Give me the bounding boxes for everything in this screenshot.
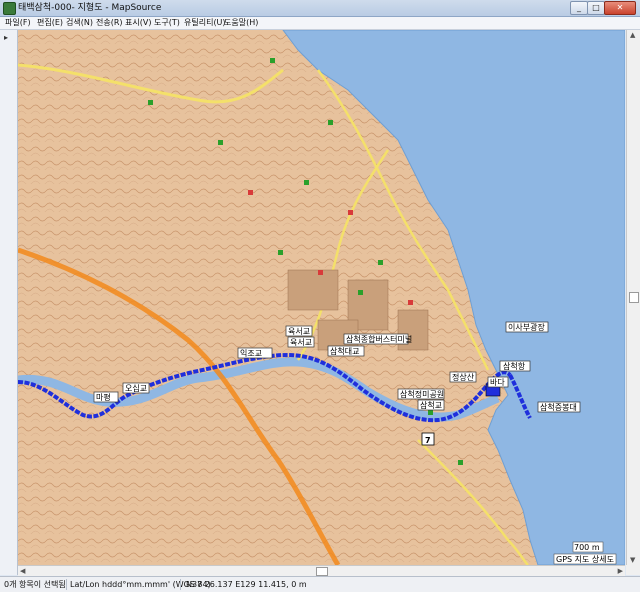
- collapse-arrow-icon[interactable]: ▸: [4, 33, 8, 42]
- menu-search[interactable]: 검색(N): [66, 17, 93, 29]
- status-separator: [180, 579, 181, 590]
- close-button[interactable]: ✕: [604, 1, 636, 15]
- label-ukseogyo2: 육서교: [290, 338, 312, 347]
- vertical-scrollbar[interactable]: ▲ ▼: [626, 30, 640, 565]
- maximize-button[interactable]: □: [587, 1, 605, 15]
- scroll-up-icon[interactable]: ▲: [630, 31, 635, 39]
- scroll-right-icon[interactable]: ▶: [618, 566, 623, 576]
- horizontal-scrollbar[interactable]: ◀ ▶: [18, 565, 625, 576]
- status-bar: 0개 항목이 선택됨 Lat/Lon hddd°mm.mmm' (WGS 84)…: [0, 576, 640, 592]
- label-ogeupgyo: 오십교: [125, 384, 147, 393]
- label-ukseogyo1: 육서교: [288, 327, 310, 336]
- status-coords: N37 26.137 E129 11.415, 0 m: [186, 580, 307, 589]
- menu-file[interactable]: 파일(F): [5, 17, 31, 29]
- menu-bar: 파일(F) 편집(E) 검색(N) 전송(R) 표시(V) 도구(T) 유틸리티…: [0, 17, 640, 30]
- label-bada: 바다: [490, 377, 505, 387]
- menu-utilities[interactable]: 유틸리티(U): [184, 17, 226, 29]
- label-samcheokbridge: 삼척대교: [330, 346, 359, 356]
- menu-edit[interactable]: 편집(E): [37, 17, 63, 29]
- scroll-left-icon[interactable]: ◀: [20, 566, 25, 576]
- menu-help[interactable]: 도움말(H): [224, 17, 258, 29]
- status-separator: [66, 579, 67, 590]
- label-ukjinggyo: 익조교: [240, 348, 262, 358]
- label-jeongsan: 정상산: [452, 372, 475, 382]
- scale-distance: 700 m: [574, 543, 600, 552]
- window-title: 태백삼척-000- 지형도 - MapSource: [18, 3, 162, 13]
- menu-transfer[interactable]: 전송(R): [96, 17, 123, 29]
- route-number: 7: [425, 436, 431, 445]
- map-view[interactable]: 7 이사부광장 삼척항 바다 삼척증봉대 삼척정미공원 삼척교 정상산 오십교 …: [18, 30, 625, 565]
- scale-detail: GPS 지도 상세도: [556, 554, 614, 564]
- horizontal-scroll-thumb[interactable]: [316, 567, 328, 576]
- title-bar: 태백삼척-000- 지형도 - MapSource _ □ ✕: [0, 0, 640, 17]
- label-majeong: 마평: [96, 392, 111, 402]
- label-samcheokgyo: 삼척교: [420, 400, 442, 410]
- label-samcheokbus: 삼척종합버스터미널: [346, 334, 412, 344]
- menu-tools[interactable]: 도구(T): [154, 17, 180, 29]
- minimize-button[interactable]: _: [570, 1, 588, 15]
- label-samcheokjeungsanbong: 삼척증봉대: [540, 402, 577, 412]
- scroll-corner: [626, 565, 640, 575]
- left-gutter: ▸: [0, 30, 18, 575]
- scroll-down-icon[interactable]: ▼: [630, 556, 635, 564]
- menu-view[interactable]: 표시(V): [125, 17, 151, 29]
- status-selection: 0개 항목이 선택됨: [4, 580, 66, 589]
- label-samcheokjeongmyobi: 삼척정미공원: [400, 389, 444, 399]
- map-canvas[interactable]: 7 이사부광장 삼척항 바다 삼척증봉대 삼척정미공원 삼척교 정상산 오십교 …: [18, 30, 625, 565]
- label-samcheokhang: 삼척항: [503, 361, 526, 371]
- app-icon: [3, 2, 16, 15]
- label-isabu: 이사부광장: [508, 322, 545, 332]
- vertical-scroll-thumb[interactable]: [629, 292, 639, 303]
